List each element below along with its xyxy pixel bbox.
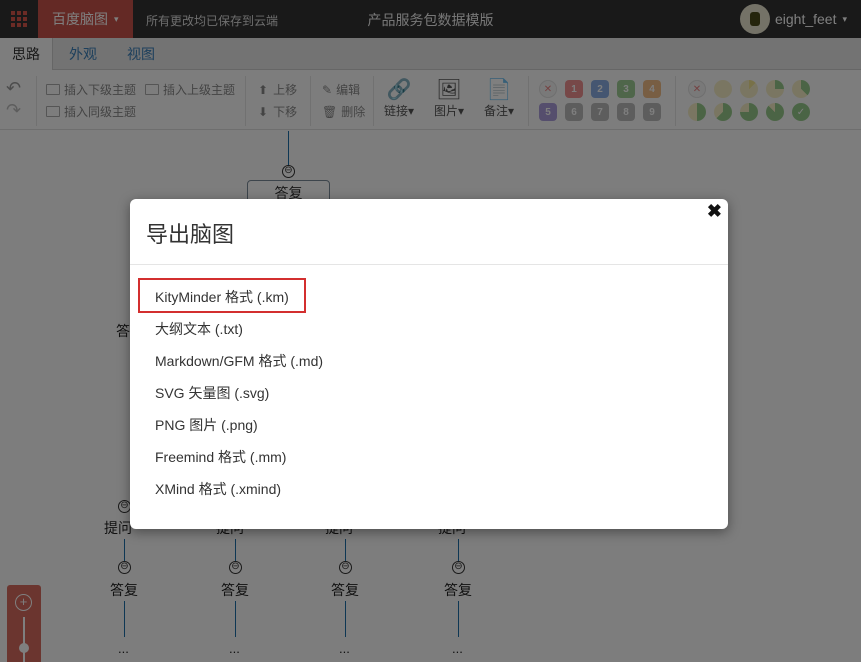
export-option-png[interactable]: PNG 图片 (.png) <box>155 409 323 441</box>
dialog-title: 导出脑图 <box>146 222 235 247</box>
export-format-list: KityMinder 格式 (.km) 大纲文本 (.txt) Markdown… <box>155 281 323 505</box>
export-option-km[interactable]: KityMinder 格式 (.km) <box>155 281 323 313</box>
export-option-txt[interactable]: 大纲文本 (.txt) <box>155 313 323 345</box>
close-icon[interactable]: ✖ <box>707 201 722 222</box>
export-option-mm[interactable]: Freemind 格式 (.mm) <box>155 441 323 473</box>
export-option-svg[interactable]: SVG 矢量图 (.svg) <box>155 377 323 409</box>
export-dialog: 导出脑图 ✖ KityMinder 格式 (.km) 大纲文本 (.txt) M… <box>130 199 728 529</box>
export-option-md[interactable]: Markdown/GFM 格式 (.md) <box>155 345 323 377</box>
divider <box>130 264 728 265</box>
export-option-xmind[interactable]: XMind 格式 (.xmind) <box>155 473 323 505</box>
